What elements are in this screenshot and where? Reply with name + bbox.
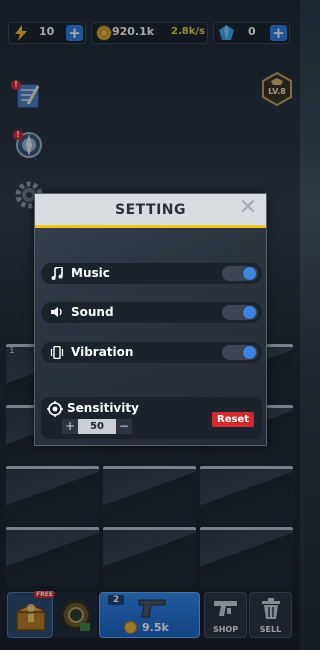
- vibration-row: Vibration: [41, 342, 262, 363]
- vibration-toggle[interactable]: [222, 345, 258, 360]
- reset-button[interactable]: Reset: [212, 412, 254, 427]
- vibration-label: Vibration: [71, 345, 134, 359]
- toggle-knob: [243, 267, 256, 280]
- music-note-icon: [49, 265, 65, 281]
- sound-row: Sound: [41, 302, 262, 323]
- vibration-icon: [49, 344, 65, 360]
- sound-toggle[interactable]: [222, 305, 258, 320]
- settings-dialog: SETTING ✕ Music Sound Vibration Sensitiv…: [34, 193, 267, 446]
- music-toggle[interactable]: [222, 266, 258, 281]
- increase-sensitivity-button[interactable]: +: [62, 419, 78, 434]
- music-label: Music: [71, 266, 110, 280]
- toggle-knob: [243, 306, 256, 319]
- decrease-sensitivity-button[interactable]: −: [116, 419, 132, 434]
- music-row: Music: [41, 263, 262, 284]
- toggle-knob: [243, 346, 256, 359]
- crosshair-icon: [47, 401, 63, 417]
- speaker-icon: [49, 304, 65, 320]
- sensitivity-label: Sensitivity: [67, 401, 139, 415]
- sensitivity-value: 50: [78, 419, 116, 434]
- sensitivity-stepper: + 50 −: [62, 419, 132, 434]
- dialog-header: SETTING ✕: [35, 194, 266, 228]
- dialog-title: SETTING: [115, 202, 186, 218]
- close-icon[interactable]: ✕: [238, 197, 258, 219]
- sound-label: Sound: [71, 305, 114, 319]
